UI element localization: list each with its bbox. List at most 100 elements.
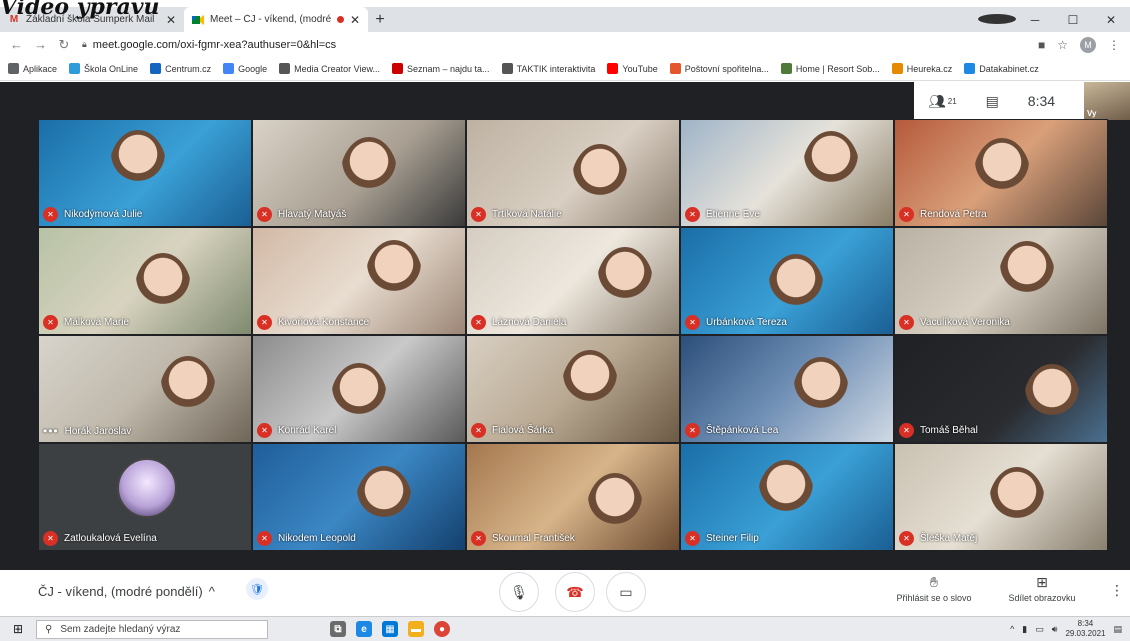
star-icon[interactable]: ☆: [1057, 38, 1068, 52]
mic-off-icon: ✕: [685, 207, 700, 222]
bookmark-label: Centrum.cz: [165, 63, 212, 74]
participant-tile[interactable]: ✕ Nikodýmová Julie: [38, 119, 252, 227]
participant-tile[interactable]: ✕ Steiner Filip: [680, 443, 894, 551]
notifications-icon[interactable]: ▤: [1113, 624, 1122, 635]
participant-name-tag: ✕ Rendová Petra: [899, 207, 987, 222]
participant-name-tag: ✕ Nikodýmová Julie: [43, 207, 142, 222]
participant-tile[interactable]: ••• Horák Jaroslav: [38, 335, 252, 443]
participant-tile[interactable]: ✕ Tomáš Běhal: [894, 335, 1108, 443]
hang-up-button[interactable]: ☎︎: [555, 572, 595, 612]
bookmark-item[interactable]: YouTube: [607, 63, 658, 74]
participant-tile[interactable]: ✕ Kivoňová Konstance: [252, 227, 466, 335]
bookmark-item[interactable]: TAKTIK interaktivita: [501, 63, 596, 74]
bookmark-label: Poštovní spořitelna...: [684, 63, 769, 74]
windows-taskbar: ⊞ ⚲ Sem zadejte hledaný výraz ⧉ e ▦ ▬ ● …: [0, 616, 1130, 641]
bookmark-item[interactable]: Centrum.cz: [150, 63, 211, 74]
file-explorer-icon[interactable]: ▬: [408, 621, 424, 637]
battery-icon[interactable]: ▭: [1035, 624, 1044, 635]
bookmark-label: TAKTIK interaktivita: [516, 63, 596, 74]
bookmark-label: Home | Resort Sob...: [795, 63, 880, 74]
new-tab-button[interactable]: +: [368, 7, 392, 32]
participant-tile[interactable]: ✕ Málková Marie: [38, 227, 252, 335]
participant-video: [134, 253, 192, 333]
windows-start-icon[interactable]: ⊞: [0, 622, 36, 636]
participant-tile[interactable]: ✕ Nikodem Leopold: [252, 443, 466, 551]
more-options-icon[interactable]: ⋮: [1110, 582, 1124, 599]
bookmarks-bar: Aplikace Škola OnLine Centrum.cz Google Medi…: [0, 57, 1130, 81]
speaking-dots-icon: •••: [43, 424, 59, 438]
bookmark-label: Datakabinet.cz: [979, 63, 1039, 74]
back-icon[interactable]: ←: [10, 37, 23, 52]
participants-button[interactable]: 👥︎ 21: [928, 93, 957, 110]
participant-name: Hlavatý Matyáš: [278, 209, 347, 220]
participant-video: [988, 467, 1046, 547]
participant-tile[interactable]: ✕ Vaculíková Veronika: [894, 227, 1108, 335]
window-close-button[interactable]: ✕: [1092, 13, 1130, 27]
chrome-icon[interactable]: ●: [434, 621, 450, 637]
bookmark-item[interactable]: Škola OnLine: [69, 63, 138, 74]
share-screen-button[interactable]: ⊞ Sdílet obrazovku: [997, 574, 1087, 603]
bookmark-item[interactable]: Heureka.cz: [891, 63, 952, 74]
self-view-tile[interactable]: Vy: [1083, 82, 1130, 120]
participant-tile[interactable]: ✕ Hlavatý Matyáš: [252, 119, 466, 227]
minimize-button[interactable]: ─: [1016, 13, 1054, 27]
participant-tile[interactable]: ✕ Zatloukalová Evelína: [38, 443, 252, 551]
participant-name-tag: ✕ Nikodem Leopold: [257, 531, 356, 546]
participant-video: [596, 247, 654, 327]
microphone-icon: 🎙︎: [510, 583, 528, 600]
bookmark-item[interactable]: Datakabinet.cz: [964, 63, 1039, 74]
lock-icon[interactable]: 🔒︎: [82, 39, 87, 50]
close-icon[interactable]: ✕: [350, 13, 360, 27]
profile-icon[interactable]: [978, 13, 1016, 27]
participant-tile[interactable]: ✕ Etienne Eve: [680, 119, 894, 227]
bookmark-label: Media Creator View...: [294, 63, 380, 74]
bookmark-item[interactable]: Home | Resort Sob...: [780, 63, 880, 74]
participant-tile[interactable]: ✕ Trtíková Natálie: [466, 119, 680, 227]
participant-tile[interactable]: ✕ Urbánková Tereza: [680, 227, 894, 335]
chat-icon[interactable]: ▤: [986, 93, 999, 110]
participant-video: [330, 363, 388, 442]
bookmark-item[interactable]: Google: [223, 63, 267, 74]
tray-chevron-icon[interactable]: ^: [1010, 624, 1014, 634]
taskbar-clock[interactable]: 8:34 29.03.2021: [1065, 619, 1105, 639]
forward-icon[interactable]: →: [34, 37, 47, 52]
store-icon[interactable]: ▦: [382, 621, 398, 637]
participant-tile[interactable]: ✕ Rendová Petra: [894, 119, 1108, 227]
volume-icon[interactable]: 🔊︎: [1052, 624, 1058, 635]
participant-tile[interactable]: ✕ Štěpánková Lea: [680, 335, 894, 443]
bookmark-item[interactable]: Poštovní spořitelna...: [669, 63, 769, 74]
participant-tile[interactable]: ✕ Skoumal František: [466, 443, 680, 551]
participant-name: Šléška Matěj: [920, 533, 978, 544]
participant-tile[interactable]: ✕ Láznová Daniela: [466, 227, 680, 335]
camera-indicator-icon[interactable]: ■: [1038, 38, 1045, 52]
mic-off-icon: ✕: [471, 315, 486, 330]
participant-video: [792, 357, 850, 437]
camera-button[interactable]: ▭: [606, 572, 646, 612]
participant-name-tag: ✕ Skoumal František: [471, 531, 575, 546]
edge-icon[interactable]: e: [356, 621, 372, 637]
bookmark-item[interactable]: Media Creator View...: [279, 63, 380, 74]
account-avatar[interactable]: M: [1080, 36, 1096, 53]
mic-off-icon: ✕: [471, 423, 486, 438]
raise-hand-button[interactable]: ✋︎ Přihlásit se o slovo: [884, 574, 984, 603]
menu-icon[interactable]: ⋮: [1108, 38, 1120, 52]
taskbar-search-input[interactable]: ⚲ Sem zadejte hledaný výraz: [36, 619, 268, 639]
participant-tile[interactable]: ✕ Šléška Matěj: [894, 443, 1108, 551]
participant-tile[interactable]: ✕ Konrád Karel: [252, 335, 466, 443]
close-icon[interactable]: ✕: [166, 13, 176, 27]
bookmark-item[interactable]: Aplikace: [8, 63, 57, 74]
bookmark-item[interactable]: Seznam – najdu ta...: [392, 63, 490, 74]
tab-meet[interactable]: Meet – ČJ - víkend, (modré p ✕: [184, 7, 368, 32]
maximize-button[interactable]: ☐: [1054, 13, 1092, 27]
participant-name-tag: ✕ Etienne Eve: [685, 207, 760, 222]
network-icon[interactable]: ▮: [1022, 624, 1027, 635]
participant-tile[interactable]: ✕ Fialová Šárka: [466, 335, 680, 443]
task-view-icon[interactable]: ⧉: [330, 621, 346, 637]
url-field[interactable]: 🔒︎ meet.google.com/oxi-fgmr-xea?authuser…: [82, 39, 1026, 51]
reload-icon[interactable]: ↻: [58, 37, 70, 53]
meeting-details-button[interactable]: ČJ - víkend, (modré pondělí) ^: [38, 584, 215, 599]
security-shield-icon[interactable]: 🛡︎: [246, 578, 268, 600]
participant-video: [998, 241, 1056, 321]
resort-icon: [780, 63, 792, 74]
microphone-button[interactable]: 🎙︎: [499, 572, 539, 612]
